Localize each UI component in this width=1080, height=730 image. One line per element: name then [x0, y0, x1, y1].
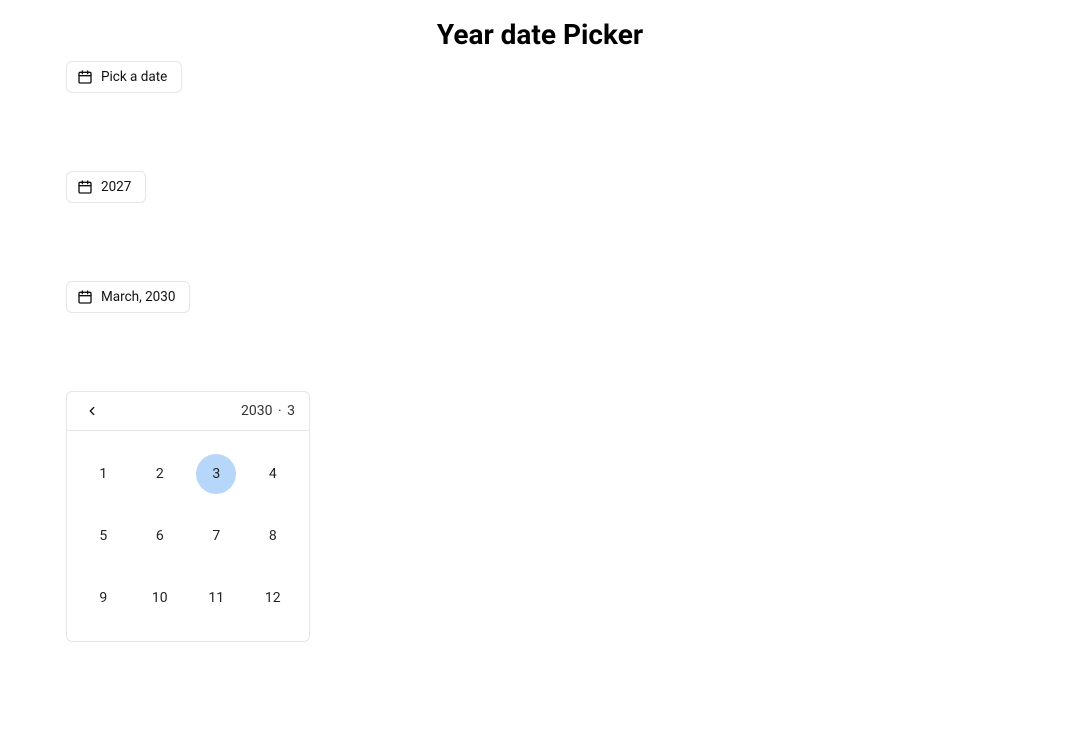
- month-cell-3[interactable]: 3: [188, 443, 245, 505]
- month-cell-11[interactable]: 11: [188, 567, 245, 629]
- date-picker-label: March, 2030: [101, 289, 175, 305]
- month-cell-label: 1: [99, 466, 107, 482]
- month-cell-12[interactable]: 12: [245, 567, 302, 629]
- popup-header-year: 2030: [241, 403, 272, 419]
- calendar-icon: [77, 69, 93, 85]
- month-cell-label: 6: [156, 528, 164, 544]
- month-cell-9[interactable]: 9: [75, 567, 132, 629]
- date-picker-input-month[interactable]: March, 2030: [66, 281, 190, 313]
- month-cell-label: 5: [99, 528, 107, 544]
- month-cell-4[interactable]: 4: [245, 443, 302, 505]
- month-cell-8[interactable]: 8: [245, 505, 302, 567]
- page-title: Year date Picker: [0, 0, 1080, 61]
- month-cell-2[interactable]: 2: [132, 443, 189, 505]
- prev-button[interactable]: [81, 400, 103, 422]
- month-cell-6[interactable]: 6: [132, 505, 189, 567]
- month-cell-1[interactable]: 1: [75, 443, 132, 505]
- date-picker-input-year[interactable]: 2027: [66, 171, 146, 203]
- month-picker-popup: 2030 · 3 123456789101112: [66, 391, 310, 642]
- month-cell-7[interactable]: 7: [188, 505, 245, 567]
- date-picker-row-year: 2027: [66, 171, 1080, 203]
- month-cell-label: 12: [265, 590, 281, 606]
- month-cell-label: 7: [212, 528, 220, 544]
- calendar-icon: [77, 289, 93, 305]
- month-cell-label: 9: [99, 590, 107, 606]
- date-picker-label: Pick a date: [101, 69, 167, 85]
- date-picker-label: 2027: [101, 179, 131, 195]
- month-cell-5[interactable]: 5: [75, 505, 132, 567]
- date-picker-input-empty[interactable]: Pick a date: [66, 61, 182, 93]
- popup-header-month: 3: [287, 403, 295, 419]
- month-cell-label: 11: [208, 590, 224, 606]
- popup-header-label[interactable]: 2030 · 3: [241, 403, 295, 419]
- month-cell-10[interactable]: 10: [132, 567, 189, 629]
- month-cell-label: 3: [212, 466, 220, 482]
- calendar-icon: [77, 179, 93, 195]
- chevron-left-icon: [85, 404, 99, 418]
- month-grid: 123456789101112: [67, 431, 309, 641]
- month-cell-label: 10: [152, 590, 168, 606]
- popup-header-separator: ·: [276, 403, 284, 419]
- date-picker-row-month: March, 2030: [66, 281, 1080, 313]
- date-picker-row-empty: Pick a date: [66, 61, 1080, 93]
- month-cell-label: 2: [156, 466, 164, 482]
- popup-header: 2030 · 3: [67, 392, 309, 431]
- month-cell-label: 8: [269, 528, 277, 544]
- month-cell-label: 4: [269, 466, 277, 482]
